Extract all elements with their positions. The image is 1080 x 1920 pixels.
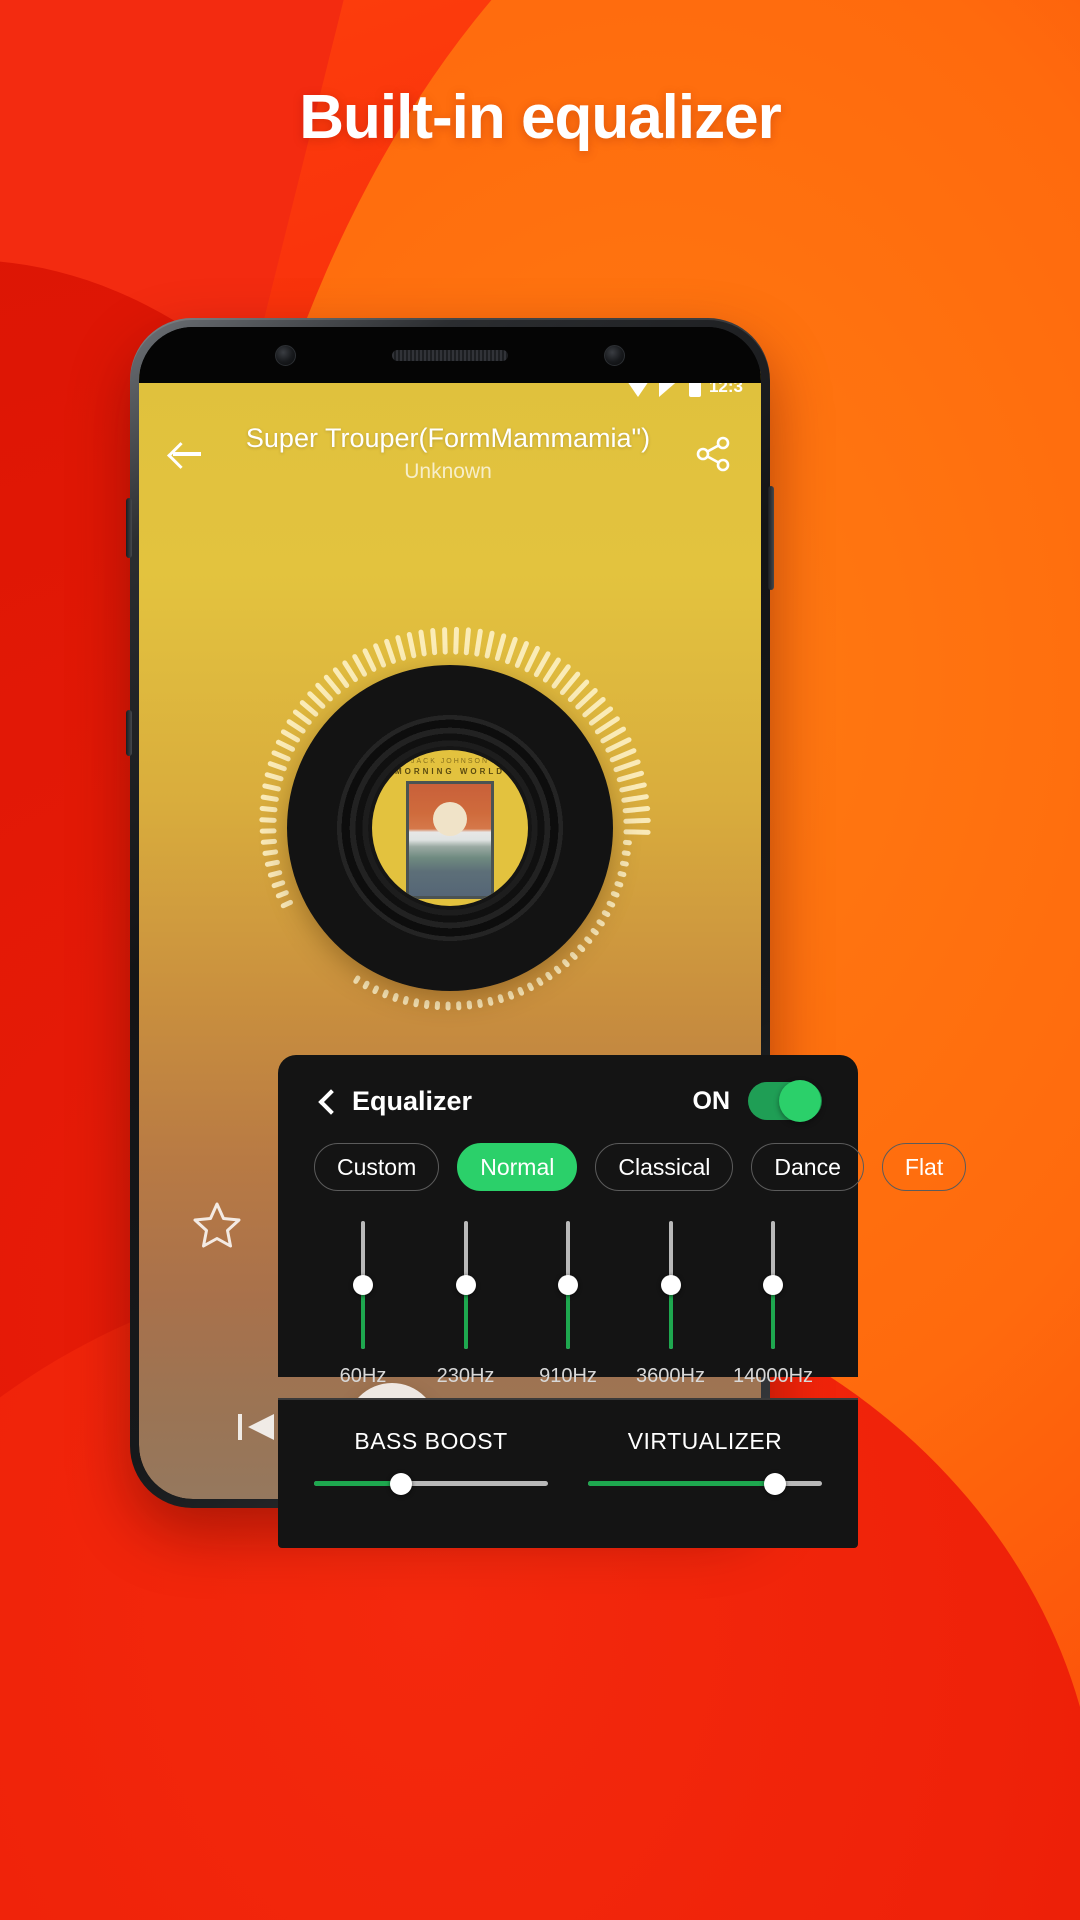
equalizer-effects: BASS BOOST VIRTUALIZER [278,1400,858,1548]
eq-band-label: 3600Hz [636,1365,705,1387]
preset-chip-custom[interactable]: Custom [314,1143,440,1191]
equalizer-preset-list: Custom Normal Classical Dance Flat [314,1143,967,1191]
eq-band-910hz: 910Hz [527,1221,609,1388]
preset-chip-normal[interactable]: Normal [457,1143,578,1191]
effect-virtualizer: VIRTUALIZER [588,1428,822,1548]
eq-band-thumb[interactable] [558,1275,578,1295]
track-artist: Unknown [404,460,492,483]
player-header: Super Trouper(FormMammamia") Unknown [139,423,761,484]
effect-slider[interactable] [588,1472,822,1495]
eq-band-230hz: 230Hz [425,1221,507,1388]
vinyl-record-icon: JACK JOHNSON MORNING WORLD [287,665,613,991]
chevron-left-icon[interactable] [314,1088,340,1114]
equalizer-divider [278,1398,858,1400]
album-label-title: MORNING WORLD [394,767,506,776]
earpiece-speaker-icon [392,349,508,361]
equalizer-panel: Equalizer ON Custom Normal Classical Dance F… [278,1055,967,1433]
effect-thumb[interactable] [764,1472,787,1495]
equalizer-title: Equalizer [352,1085,473,1116]
album-label: JACK JOHNSON MORNING WORLD [372,750,528,906]
eq-band-label: 60Hz [339,1365,387,1387]
eq-band-thumb[interactable] [660,1275,681,1295]
effect-fill [588,1481,776,1486]
share-icon[interactable] [691,432,735,476]
eq-band-60hz: 60Hz [322,1221,404,1388]
preset-chip-flat[interactable]: Flat [881,1143,967,1191]
eq-band-slider[interactable] [660,1221,681,1349]
phone-sensor-bar [139,327,761,383]
eq-band-thumb[interactable] [353,1275,373,1295]
effect-slider[interactable] [314,1472,548,1495]
effect-label: BASS BOOST [354,1428,508,1454]
front-camera-icon [275,344,296,366]
track-title: Super Trouper(FormMammamia") [245,423,651,453]
star-icon[interactable] [191,1199,243,1251]
eq-band-3600hz: 3600Hz [630,1221,712,1388]
album-label-artist: JACK JOHNSON [410,758,490,765]
eq-band-thumb[interactable] [455,1275,476,1295]
effect-label: VIRTUALIZER [627,1428,783,1454]
preset-chip-dance[interactable]: Dance [751,1143,864,1191]
back-arrow-icon[interactable] [165,434,205,474]
eq-band-label: 230Hz [436,1365,495,1387]
eq-band-slider[interactable] [763,1221,783,1349]
album-vinyl: JACK JOHNSON MORNING WORLD [215,593,685,1063]
equalizer-header: Equalizer ON [314,1055,822,1147]
eq-band-label: 910Hz [539,1365,597,1387]
effect-thumb[interactable] [389,1472,412,1495]
equalizer-power-label: ON [692,1086,731,1115]
track-metadata: Super Trouper(FormMammamia") Unknown [219,423,677,484]
eq-band-slider[interactable] [455,1221,476,1349]
secondary-camera-icon [604,344,625,366]
phone-power-button [768,486,774,590]
eq-band-14000hz: 14000Hz [732,1221,814,1388]
phone-volume-up-button [126,498,132,558]
promo-headline: Built-in equalizer [299,83,781,152]
equalizer-band-sliders: 60Hz 230Hz 910Hz 3600Hz 14000Hz [314,1221,822,1388]
eq-band-thumb[interactable] [763,1275,783,1295]
album-sun-graphic [433,801,467,836]
eq-band-slider[interactable] [558,1221,578,1349]
previous-track-icon[interactable] [230,1400,284,1459]
phone-volume-down-button [126,710,132,756]
toggle-knob [779,1080,821,1122]
preset-chip-classical[interactable]: Classical [595,1143,734,1191]
effect-bass-boost: BASS BOOST [314,1428,548,1548]
equalizer-power-toggle[interactable] [748,1080,822,1122]
album-artwork [406,781,494,899]
eq-band-slider[interactable] [353,1221,373,1349]
effect-fill [314,1481,401,1486]
eq-band-label: 14000Hz [732,1365,814,1387]
